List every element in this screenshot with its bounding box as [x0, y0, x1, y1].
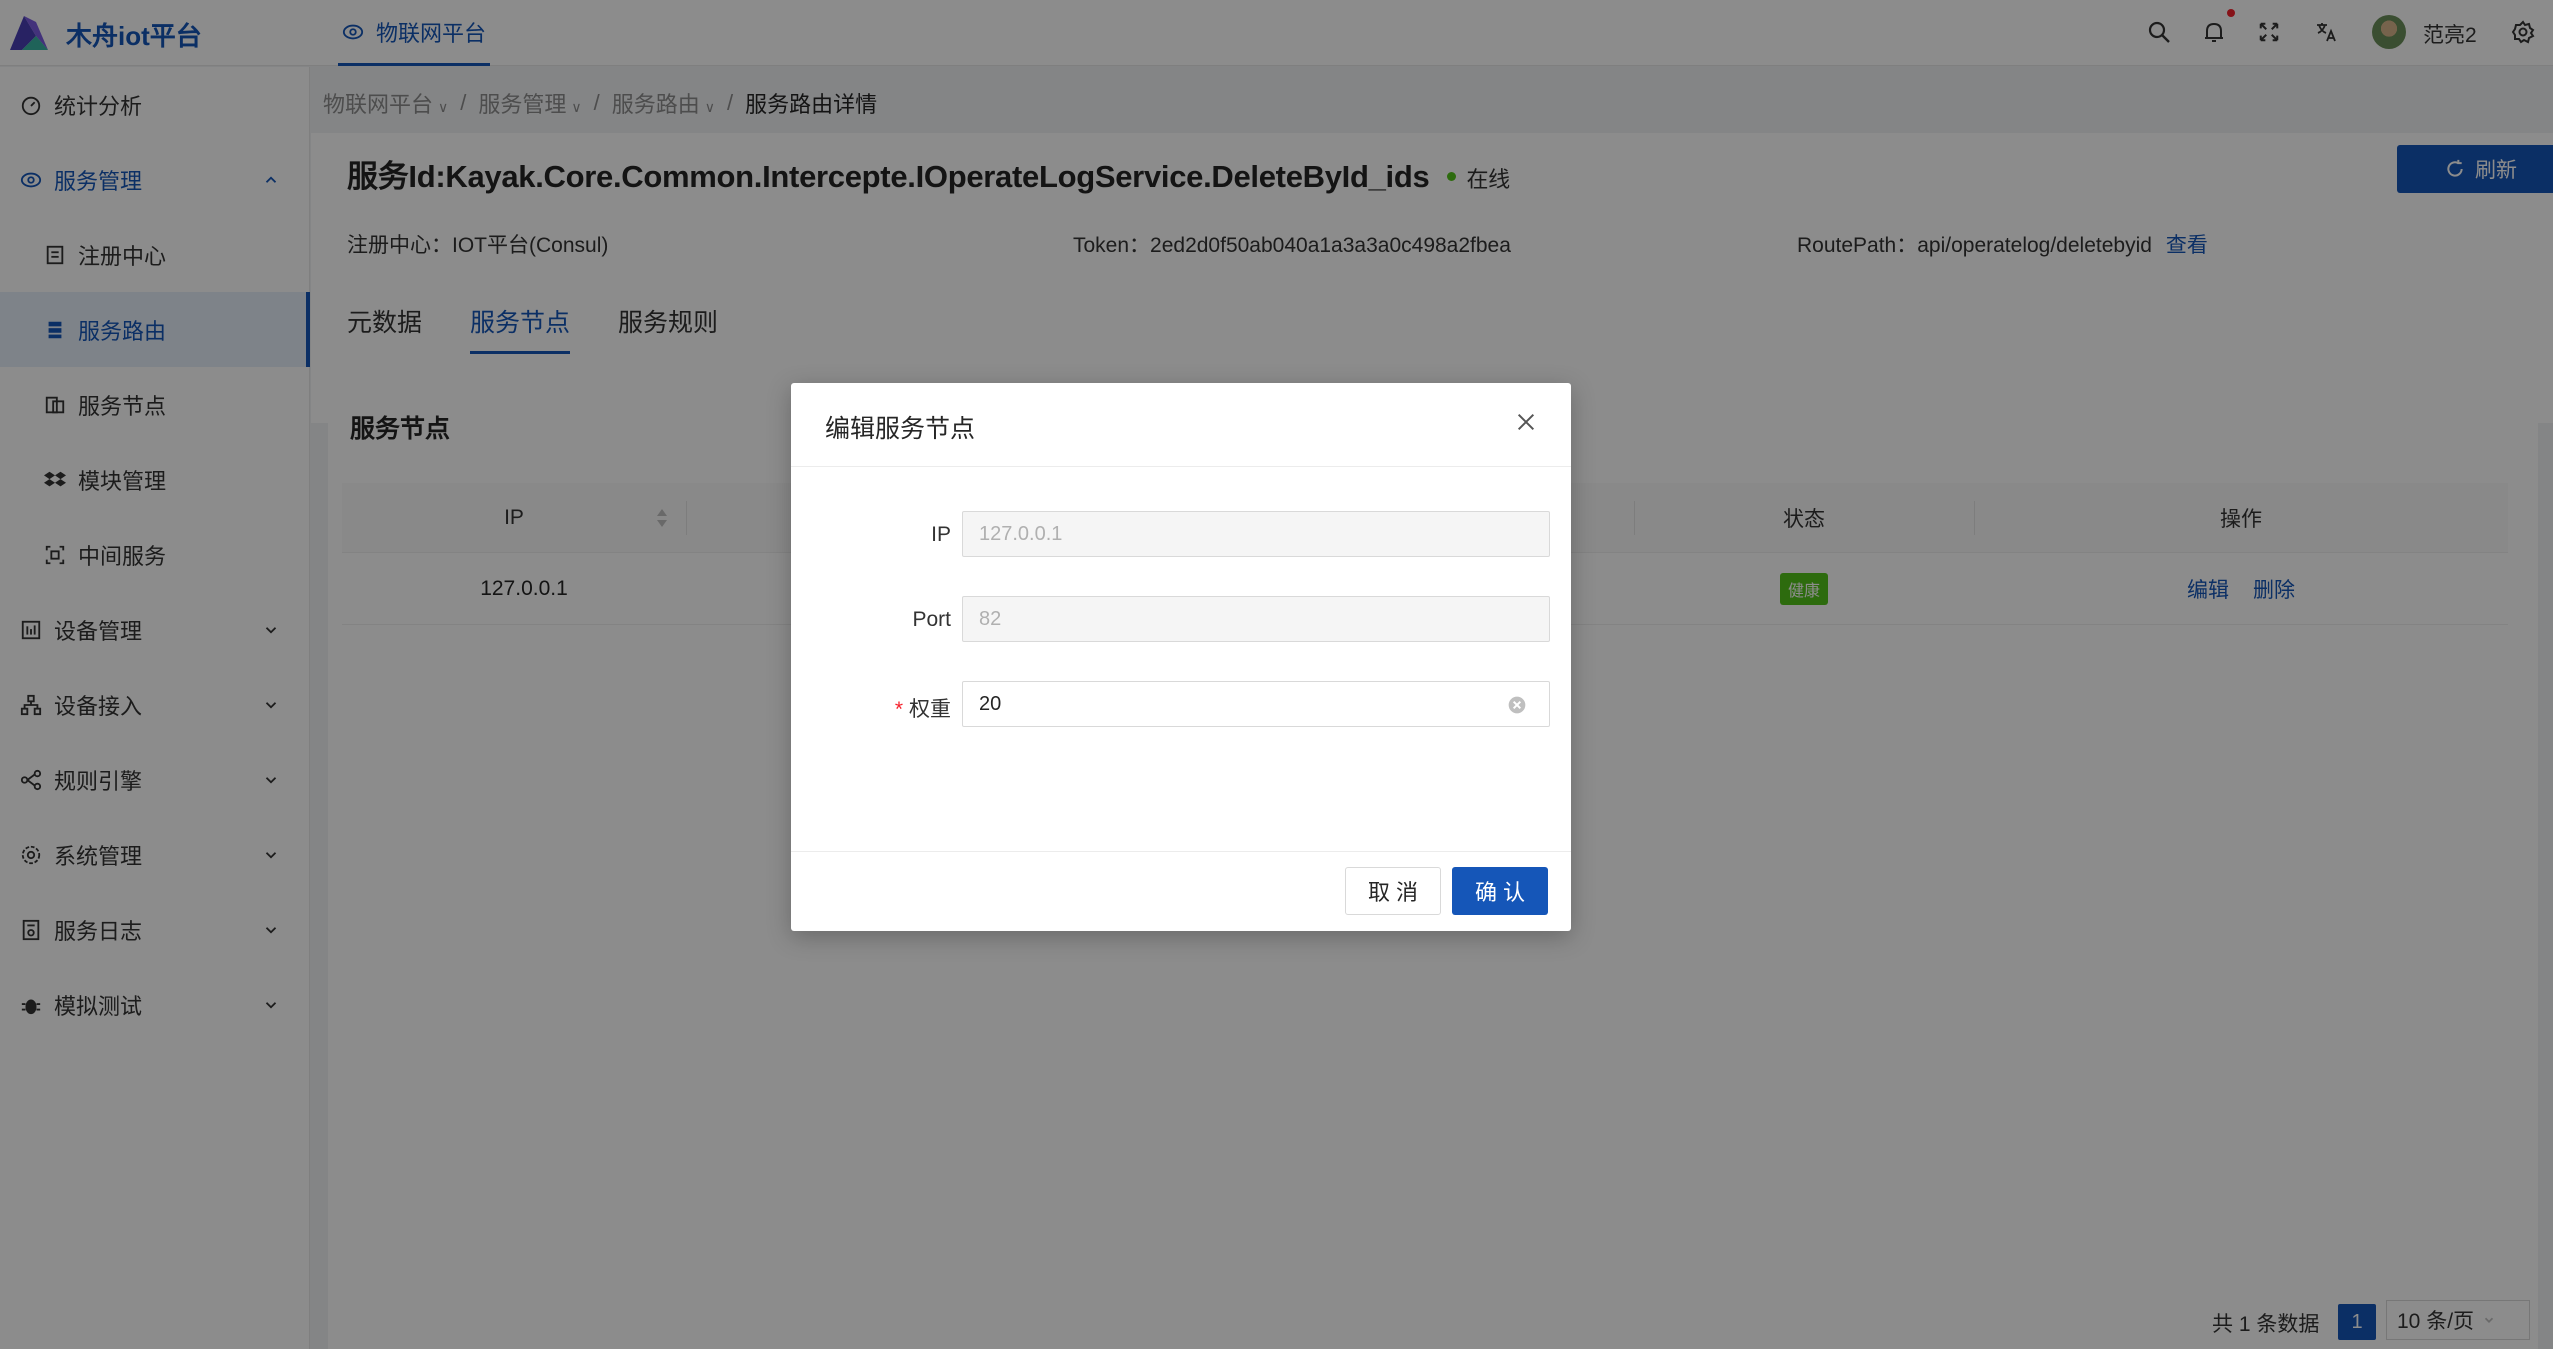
weight-value: 20 — [979, 692, 1002, 715]
cancel-button[interactable]: 取 消 — [1345, 867, 1441, 915]
required-mark: * — [894, 698, 903, 721]
clear-icon[interactable] — [1507, 695, 1527, 715]
dialog-title: 编辑服务节点 — [825, 415, 976, 443]
confirm-button[interactable]: 确 认 — [1452, 867, 1548, 915]
weight-field[interactable]: 20 — [962, 681, 1550, 727]
port-label: Port — [912, 608, 951, 631]
ip-field: 127.0.0.1 — [962, 511, 1550, 557]
port-field: 82 — [962, 596, 1550, 642]
weight-label: * 权重 — [894, 698, 951, 721]
close-icon[interactable] — [1509, 405, 1543, 439]
ip-label: IP — [931, 523, 951, 546]
divider — [791, 851, 1571, 852]
edit-service-node-dialog: 编辑服务节点 IP 127.0.0.1 Port 82 * 权重 20 取 消 确… — [791, 383, 1571, 931]
divider — [791, 466, 1571, 467]
